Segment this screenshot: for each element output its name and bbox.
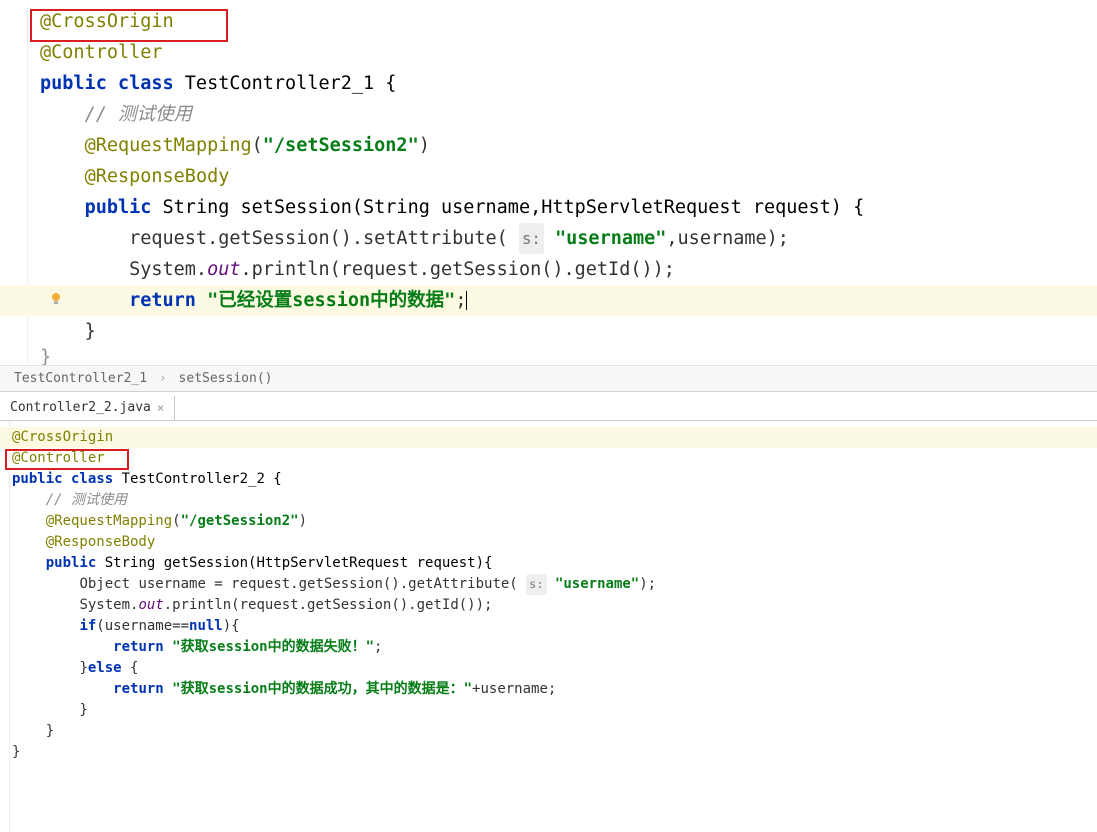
tab-controller2-2[interactable]: Controller2_2.java × bbox=[0, 396, 175, 420]
intention-bulb-icon[interactable] bbox=[48, 291, 64, 311]
code-line[interactable]: if(username==null){ bbox=[0, 616, 1097, 637]
code-line[interactable]: public String getSession(HttpServletRequ… bbox=[0, 553, 1097, 574]
code-line[interactable]: @ResponseBody bbox=[0, 161, 1097, 192]
bottom-code-area[interactable]: @CrossOrigin@Controllerpublic class Test… bbox=[0, 421, 1097, 763]
code-line[interactable]: public String setSession(String username… bbox=[0, 192, 1097, 223]
code-line[interactable]: @RequestMapping("/getSession2") bbox=[0, 511, 1097, 532]
code-line[interactable]: @RequestMapping("/setSession2") bbox=[0, 130, 1097, 161]
breadcrumb-bar[interactable]: TestController2_1 › setSession() bbox=[0, 365, 1097, 391]
bottom-editor-pane[interactable]: @CrossOrigin@Controllerpublic class Test… bbox=[0, 421, 1097, 832]
code-line[interactable]: return "获取session中的数据成功，其中的数据是："+usernam… bbox=[0, 679, 1097, 700]
code-line[interactable]: }else { bbox=[0, 658, 1097, 679]
bottom-tab-bar: Controller2_2.java × bbox=[0, 396, 1097, 421]
ide-split-editor: @CrossOrigin@Controllerpublic class Test… bbox=[0, 0, 1097, 832]
code-line[interactable]: } bbox=[0, 721, 1097, 742]
text-cursor bbox=[466, 291, 467, 310]
tab-label: Controller2_2.java bbox=[10, 400, 151, 415]
highlight-box bbox=[30, 9, 228, 42]
code-line[interactable]: request.getSession().setAttribute( s: "u… bbox=[0, 223, 1097, 254]
code-line[interactable]: @CrossOrigin bbox=[0, 427, 1097, 448]
code-line[interactable]: public class TestController2_2 { bbox=[0, 469, 1097, 490]
code-line[interactable]: return "已经设置session中的数据"; bbox=[0, 285, 1097, 316]
breadcrumb-method[interactable]: setSession() bbox=[179, 371, 273, 386]
code-line[interactable]: } bbox=[0, 700, 1097, 721]
code-line[interactable]: // 测试使用 bbox=[0, 99, 1097, 130]
code-line[interactable]: @ResponseBody bbox=[0, 532, 1097, 553]
code-line[interactable]: return "获取session中的数据失败！"; bbox=[0, 637, 1097, 658]
top-code-area[interactable]: @CrossOrigin@Controllerpublic class Test… bbox=[0, 0, 1097, 367]
code-line[interactable]: } bbox=[0, 347, 1097, 367]
code-line[interactable]: } bbox=[0, 316, 1097, 347]
breadcrumb-class[interactable]: TestController2_1 bbox=[14, 371, 147, 386]
code-line[interactable]: @Controller bbox=[0, 448, 1097, 469]
code-line[interactable]: } bbox=[0, 742, 1097, 763]
code-line[interactable]: public class TestController2_1 { bbox=[0, 68, 1097, 99]
top-editor-pane[interactable]: @CrossOrigin@Controllerpublic class Test… bbox=[0, 0, 1097, 392]
code-line[interactable]: System.out.println(request.getSession().… bbox=[0, 595, 1097, 616]
close-icon[interactable]: × bbox=[157, 401, 164, 415]
code-line[interactable]: // 测试使用 bbox=[0, 490, 1097, 511]
code-line[interactable]: Object username = request.getSession().g… bbox=[0, 574, 1097, 595]
breadcrumb-separator: › bbox=[159, 371, 167, 386]
code-line[interactable]: System.out.println(request.getSession().… bbox=[0, 254, 1097, 285]
highlight-box bbox=[5, 449, 129, 470]
